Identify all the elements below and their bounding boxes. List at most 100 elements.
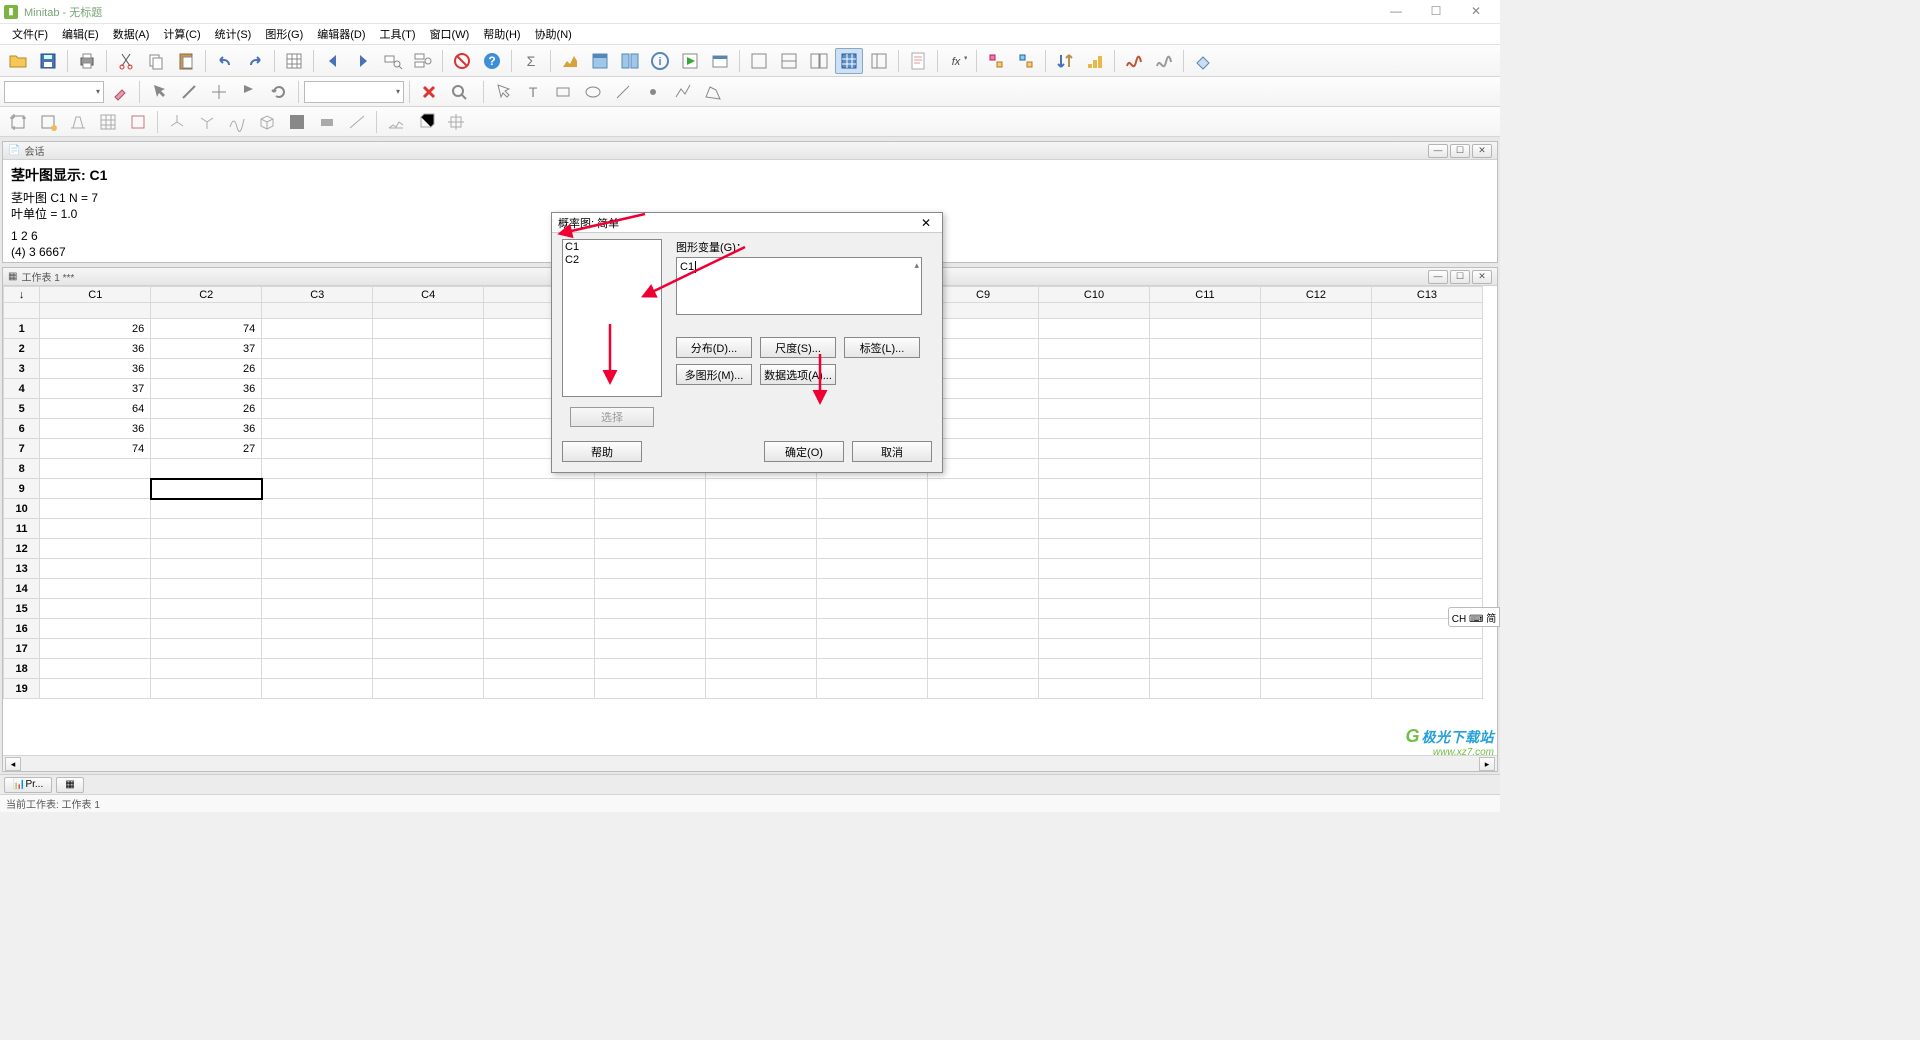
ellipse-icon[interactable] xyxy=(579,79,607,105)
session-min-icon[interactable]: — xyxy=(1428,144,1448,158)
rotate-icon[interactable] xyxy=(265,79,293,105)
ws-close-icon[interactable]: ✕ xyxy=(1472,270,1492,284)
task-tab2[interactable]: ▦ xyxy=(56,777,83,793)
menu-data[interactable]: 数据(A) xyxy=(107,24,156,44)
menu-stat[interactable]: 统计(S) xyxy=(209,24,258,44)
scroll-right-icon[interactable]: ▸ xyxy=(1479,757,1495,771)
menu-editor[interactable]: 编辑器(D) xyxy=(311,24,371,44)
3d-print-icon[interactable] xyxy=(313,109,341,135)
open-icon[interactable] xyxy=(4,48,32,74)
run-icon[interactable] xyxy=(676,48,704,74)
cancel-button[interactable]: 取消 xyxy=(852,441,932,462)
menu-tools[interactable]: 工具(T) xyxy=(374,24,422,44)
3d-line-icon[interactable] xyxy=(343,109,371,135)
combo-2[interactable]: ▾ xyxy=(304,81,404,103)
help-button[interactable]: 帮助 xyxy=(562,441,642,462)
info-icon[interactable]: i xyxy=(646,48,674,74)
print-icon[interactable] xyxy=(73,48,101,74)
layout-grid-icon[interactable] xyxy=(835,48,863,74)
brush2-icon[interactable] xyxy=(1012,48,1040,74)
layout3-icon[interactable] xyxy=(805,48,833,74)
curve2-icon[interactable] xyxy=(1150,48,1178,74)
prev-icon[interactable] xyxy=(319,48,347,74)
3d-chart2-icon[interactable] xyxy=(412,109,440,135)
multigraph-button[interactable]: 多图形(M)... xyxy=(676,364,752,385)
help-icon[interactable]: ? xyxy=(478,48,506,74)
layout2-icon[interactable] xyxy=(775,48,803,74)
menu-calc[interactable]: 计算(C) xyxy=(157,24,206,44)
menu-window[interactable]: 窗口(W) xyxy=(424,24,476,44)
stat-tool1-icon[interactable] xyxy=(556,48,584,74)
dialog-close-icon[interactable]: ✕ xyxy=(916,216,936,230)
sort-desc-icon[interactable] xyxy=(1081,48,1109,74)
3d-axes2-icon[interactable] xyxy=(193,109,221,135)
sigma-icon[interactable]: Σ xyxy=(517,48,545,74)
eraser-icon[interactable] xyxy=(1189,48,1217,74)
3d-cube-icon[interactable] xyxy=(253,109,281,135)
zoom-icon[interactable] xyxy=(445,79,473,105)
task-tab1[interactable]: 📊 Pr... xyxy=(4,777,52,793)
labels-button[interactable]: 标签(L)... xyxy=(844,337,920,358)
stat-tool2-icon[interactable] xyxy=(586,48,614,74)
curve1-icon[interactable] xyxy=(1120,48,1148,74)
frame-icon[interactable] xyxy=(124,109,152,135)
cancel-icon[interactable] xyxy=(448,48,476,74)
fx-icon[interactable]: fx▾ xyxy=(943,48,971,74)
close-button[interactable]: ✕ xyxy=(1456,2,1496,22)
brush-tool-icon[interactable] xyxy=(106,79,134,105)
stat-tool3-icon[interactable] xyxy=(616,48,644,74)
select-icon[interactable] xyxy=(489,79,517,105)
delete-red-icon[interactable] xyxy=(415,79,443,105)
session-close-icon[interactable]: ✕ xyxy=(1472,144,1492,158)
3d-axes-icon[interactable] xyxy=(163,109,191,135)
distribution-button[interactable]: 分布(D)... xyxy=(676,337,752,358)
session-max-icon[interactable]: ☐ xyxy=(1450,144,1470,158)
maximize-button[interactable]: ☐ xyxy=(1416,2,1456,22)
pointer-icon[interactable] xyxy=(145,79,173,105)
minimize-button[interactable]: — xyxy=(1376,2,1416,22)
3d-chart3-icon[interactable] xyxy=(442,109,470,135)
undo-icon[interactable] xyxy=(211,48,239,74)
menu-help[interactable]: 帮助(H) xyxy=(477,24,526,44)
paste-icon[interactable] xyxy=(172,48,200,74)
pen-icon[interactable] xyxy=(175,79,203,105)
combo-1[interactable]: ▾ xyxy=(4,81,104,103)
new-win-icon[interactable] xyxy=(706,48,734,74)
menu-graph[interactable]: 图形(G) xyxy=(259,24,309,44)
brush1-icon[interactable] xyxy=(982,48,1010,74)
grid3-icon[interactable] xyxy=(94,109,122,135)
3d-fill-icon[interactable] xyxy=(283,109,311,135)
rect-icon[interactable] xyxy=(549,79,577,105)
worksheet-icon[interactable] xyxy=(280,48,308,74)
dialog-select-button[interactable]: 选择 xyxy=(570,407,654,427)
next-icon[interactable] xyxy=(349,48,377,74)
find-icon[interactable] xyxy=(379,48,407,74)
menu-assist[interactable]: 协助(N) xyxy=(529,24,578,44)
crop2-icon[interactable] xyxy=(34,109,62,135)
ime-indicator[interactable]: CH ⌨ 简 xyxy=(1448,607,1500,627)
layout1-icon[interactable] xyxy=(745,48,773,74)
3d-chart1-icon[interactable] xyxy=(382,109,410,135)
cut-icon[interactable] xyxy=(112,48,140,74)
redo-icon[interactable] xyxy=(241,48,269,74)
h-scrollbar[interactable]: ◂ ▸ xyxy=(3,755,1497,771)
menu-edit[interactable]: 编辑(E) xyxy=(56,24,105,44)
polyline-icon[interactable] xyxy=(669,79,697,105)
text-icon[interactable]: T xyxy=(519,79,547,105)
crop1-icon[interactable] xyxy=(4,109,32,135)
3d-curve-icon[interactable] xyxy=(223,109,251,135)
sort-asc-icon[interactable] xyxy=(1051,48,1079,74)
menu-file[interactable]: 文件(F) xyxy=(6,24,54,44)
ok-button[interactable]: 确定(O) xyxy=(764,441,844,462)
find-replace-icon[interactable] xyxy=(409,48,437,74)
line-icon[interactable] xyxy=(609,79,637,105)
scroll-left-icon[interactable]: ◂ xyxy=(5,757,21,771)
flag-icon[interactable] xyxy=(235,79,263,105)
crosshair-icon[interactable] xyxy=(205,79,233,105)
ws-min-icon[interactable]: — xyxy=(1428,270,1448,284)
save-icon[interactable] xyxy=(34,48,62,74)
report-icon[interactable] xyxy=(904,48,932,74)
polygon-icon[interactable] xyxy=(699,79,727,105)
ws-max-icon[interactable]: ☐ xyxy=(1450,270,1470,284)
layout4-icon[interactable] xyxy=(865,48,893,74)
